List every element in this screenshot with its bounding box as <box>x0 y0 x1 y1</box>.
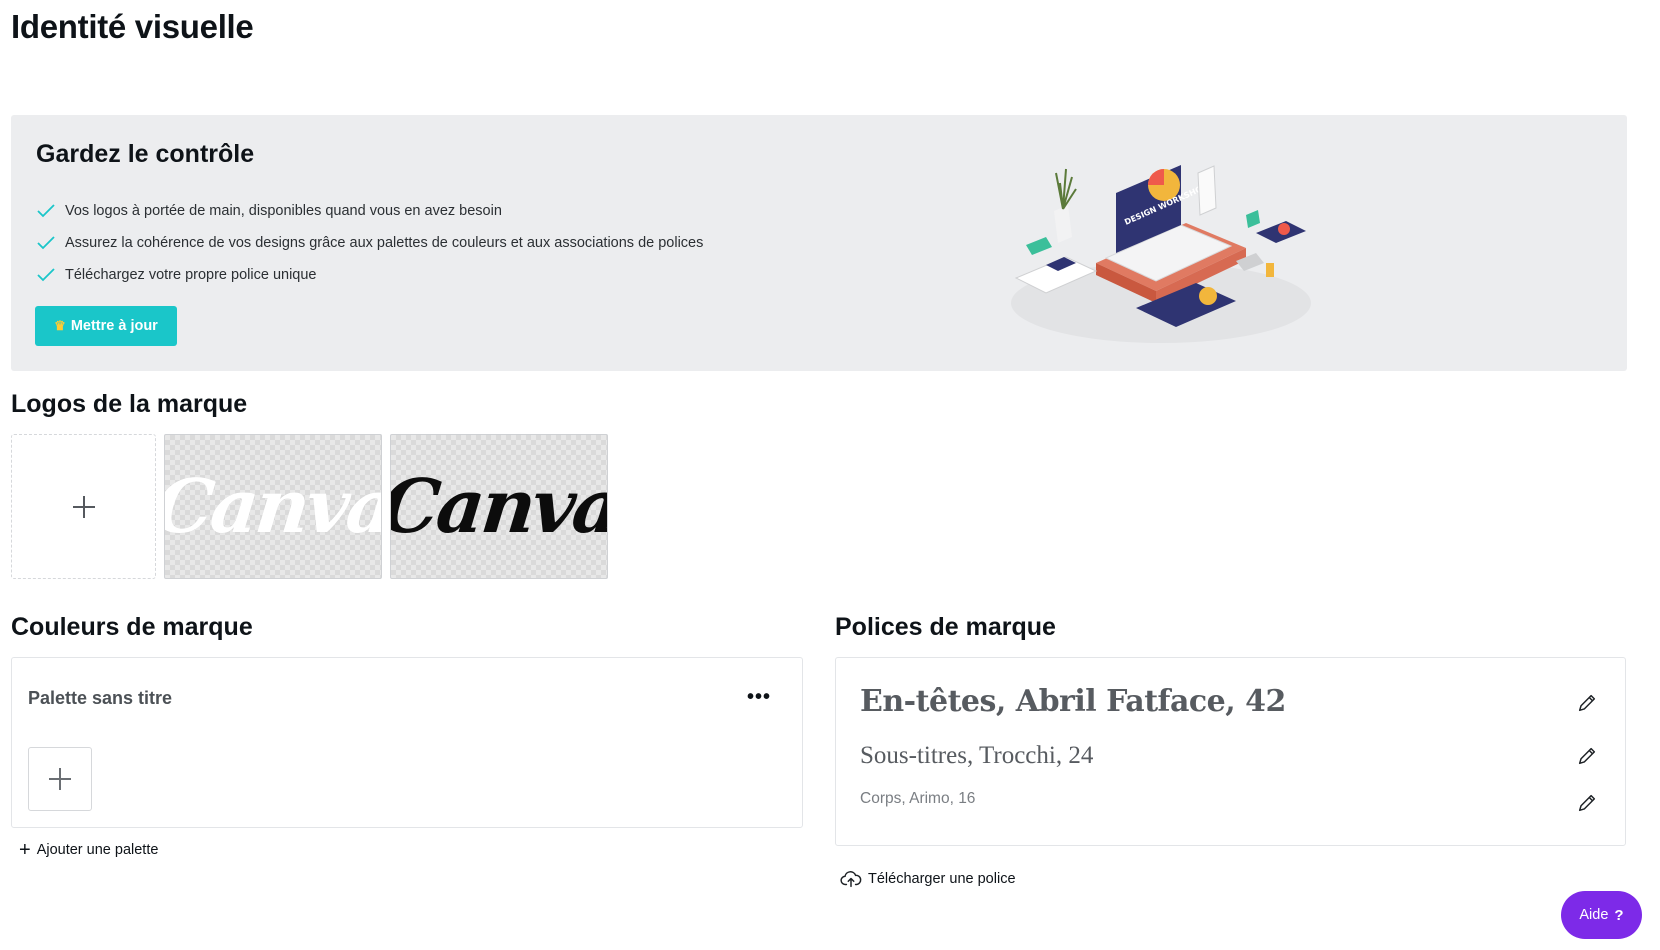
promo-feature: Assurez la cohérence de vos designs grâc… <box>35 227 703 259</box>
add-logo-button[interactable] <box>11 434 156 579</box>
plus-icon <box>49 768 71 790</box>
add-palette-button[interactable]: + Ajouter une palette <box>19 839 159 861</box>
fonts-section-title: Polices de marque <box>835 613 1056 641</box>
font-subheading-row[interactable]: Sous-titres, Trocchi, 24 <box>860 742 1093 770</box>
check-icon <box>37 204 55 218</box>
font-body-row[interactable]: Corps, Arimo, 16 <box>860 790 975 808</box>
promo-feature-list: Vos logos à portée de main, disponibles … <box>35 195 703 291</box>
plus-icon: + <box>19 839 31 861</box>
upload-font-label: Télécharger une police <box>868 871 1016 887</box>
font-heading-row[interactable]: En-têtes, Abril Fatface, 42 <box>860 684 1286 719</box>
more-options-icon[interactable]: ••• <box>745 686 773 708</box>
upgrade-promo-banner: Gardez le contrôle Vos logos à portée de… <box>11 115 1627 371</box>
check-icon <box>37 268 55 282</box>
edit-subheading-font-button[interactable] <box>1575 745 1599 769</box>
question-mark-icon: ? <box>1614 906 1624 924</box>
cloud-upload-icon <box>840 871 862 888</box>
devices-illustration: DESIGN WORKSHOP <box>1011 165 1311 343</box>
promo-feature: Vos logos à portée de main, disponibles … <box>35 195 703 227</box>
promo-feature-text: Téléchargez votre propre police unique <box>65 267 317 283</box>
add-color-button[interactable] <box>28 747 92 811</box>
upgrade-button-label: Mettre à jour <box>70 318 158 334</box>
brand-fonts-card: En-têtes, Abril Fatface, 42 Sous-titres,… <box>835 657 1626 846</box>
pencil-icon <box>1578 794 1596 812</box>
logo-wordmark: Canva <box>164 463 382 550</box>
upload-font-button[interactable]: Télécharger une police <box>840 869 1016 889</box>
pencil-icon <box>1578 694 1596 712</box>
colors-section-title: Couleurs de marque <box>11 613 253 641</box>
logo-wordmark: Canva <box>390 463 608 550</box>
edit-body-font-button[interactable] <box>1575 792 1599 816</box>
add-palette-label: Ajouter une palette <box>36 842 159 858</box>
promo-feature-text: Assurez la cohérence de vos designs grâc… <box>65 235 704 251</box>
crown-icon: ♛ <box>54 318 66 333</box>
promo-title: Gardez le contrôle <box>36 140 255 168</box>
help-button[interactable]: Aide ? <box>1561 891 1642 939</box>
logo-tile[interactable]: Canva <box>164 434 382 579</box>
promo-feature: Téléchargez votre propre police unique <box>35 259 703 291</box>
check-icon <box>37 236 55 250</box>
logos-section-title: Logos de la marque <box>11 390 248 418</box>
promo-feature-text: Vos logos à portée de main, disponibles … <box>65 203 502 219</box>
upgrade-button[interactable]: ♛ Mettre à jour <box>35 306 177 346</box>
plus-icon <box>72 495 95 518</box>
edit-heading-font-button[interactable] <box>1575 692 1599 716</box>
pencil-icon <box>1578 747 1596 765</box>
logo-tile[interactable]: Canva <box>390 434 608 579</box>
page-title: Identité visuelle <box>11 8 254 45</box>
color-palette-card: Palette sans titre ••• <box>11 657 803 828</box>
palette-name[interactable]: Palette sans titre <box>28 688 172 709</box>
help-label: Aide <box>1579 907 1609 923</box>
